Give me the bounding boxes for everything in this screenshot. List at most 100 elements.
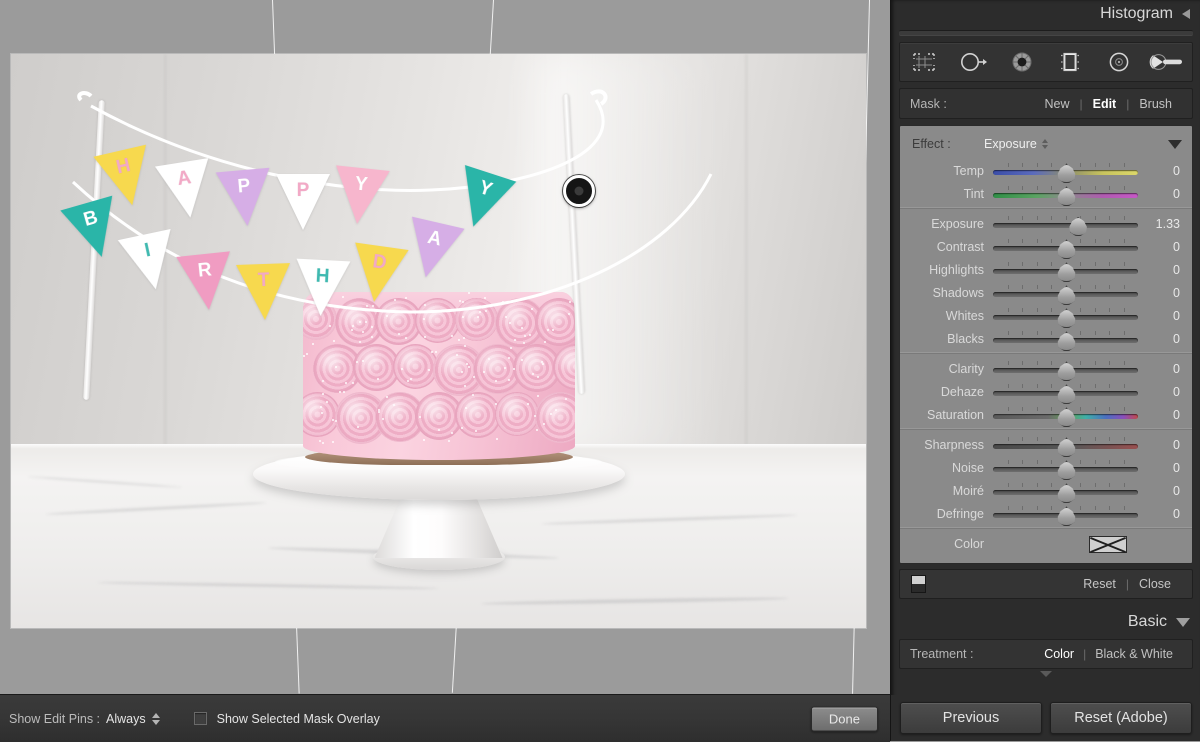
- photo-frame[interactable]: H A P P Y B I R T H D A Y: [11, 54, 866, 628]
- done-button[interactable]: Done: [810, 706, 878, 731]
- show-mask-overlay-label: Show Selected Mask Overlay: [216, 711, 380, 726]
- slider-value[interactable]: 0: [1138, 332, 1184, 346]
- slider-value[interactable]: 0: [1138, 385, 1184, 399]
- edit-pin[interactable]: [563, 175, 595, 207]
- spot-removal-tool[interactable]: [953, 47, 993, 77]
- basic-panel-header[interactable]: Basic: [891, 605, 1200, 639]
- slider-value[interactable]: 0: [1138, 164, 1184, 178]
- slider-track-moiré[interactable]: [993, 479, 1138, 503]
- slider-value[interactable]: 1.33: [1138, 217, 1184, 231]
- tool-strip: [899, 42, 1193, 82]
- bunting-letter: D: [371, 251, 388, 274]
- bunting-letter: H: [114, 155, 133, 179]
- mask-new-button[interactable]: New: [1034, 97, 1079, 111]
- bunting-letter: A: [425, 227, 444, 251]
- mask-adjustment-panel: Effect : Exposure Temp 0 Tint 0 Exposure 1.33…: [899, 125, 1193, 564]
- mask-footer-row: Reset | Close: [899, 569, 1193, 599]
- bunting-letter: B: [81, 206, 101, 231]
- red-eye-tool[interactable]: [1002, 47, 1042, 77]
- mask-brush-button[interactable]: Brush: [1129, 97, 1182, 111]
- updown-stepper-icon[interactable]: [1041, 139, 1048, 149]
- reset-link[interactable]: Reset: [1073, 577, 1126, 591]
- scroll-caret-icon: [1040, 671, 1052, 677]
- panel-switch-icon[interactable]: [911, 575, 926, 593]
- bunting-letter: R: [196, 259, 213, 282]
- basic-title: Basic: [1127, 613, 1167, 630]
- treatment-bw-button[interactable]: Black & White: [1086, 647, 1182, 661]
- triangle-left-icon[interactable]: [1182, 9, 1190, 19]
- slider-value[interactable]: 0: [1138, 263, 1184, 277]
- slider-label: Blacks: [947, 331, 984, 346]
- slider-track-contrast[interactable]: [993, 235, 1138, 259]
- close-link[interactable]: Close: [1129, 577, 1181, 591]
- slider-track-exposure[interactable]: [993, 212, 1138, 236]
- color-row: Color: [900, 528, 1192, 559]
- slider-row-shadows: Shadows 0: [900, 281, 1192, 305]
- bunting-letter: T: [257, 269, 270, 292]
- bunting-flag: P: [276, 174, 330, 230]
- slider-track-temp[interactable]: [993, 159, 1138, 183]
- slider-value[interactable]: 0: [1138, 309, 1184, 323]
- slider-fill: [993, 223, 1138, 228]
- slider-track-whites[interactable]: [993, 304, 1138, 328]
- slider-track-blacks[interactable]: [993, 327, 1138, 351]
- slider-track-noise[interactable]: [993, 456, 1138, 480]
- mask-edit-button[interactable]: Edit: [1083, 97, 1127, 111]
- treatment-color-button[interactable]: Color: [1035, 647, 1083, 661]
- slider-group: Temp 0 Tint 0: [900, 156, 1192, 208]
- effect-value[interactable]: Exposure: [984, 137, 1037, 151]
- slider-row-temp: Temp 0: [900, 159, 1192, 183]
- slider-track-dehaze[interactable]: [993, 380, 1138, 404]
- triangle-down-icon[interactable]: [1176, 617, 1190, 627]
- slider-value[interactable]: 0: [1138, 438, 1184, 452]
- slider-label: Exposure: [931, 216, 984, 231]
- graduated-filter-tool[interactable]: [1050, 47, 1090, 77]
- slider-track-defringe[interactable]: [993, 502, 1138, 526]
- slider-value[interactable]: 0: [1138, 461, 1184, 475]
- slider-group: Sharpness 0 Noise 0 Moiré 0 Defringe 0: [900, 429, 1192, 528]
- slider-value[interactable]: 0: [1138, 484, 1184, 498]
- slider-group: Clarity 0 Dehaze 0 Saturation 0: [900, 353, 1192, 429]
- slider-label: Shadows: [932, 285, 984, 300]
- reset-adobe-button[interactable]: Reset (Adobe): [1050, 702, 1192, 734]
- show-edit-pins-value[interactable]: Always: [106, 712, 146, 726]
- histogram-header[interactable]: Histogram: [891, 0, 1200, 28]
- slider-value[interactable]: 0: [1138, 240, 1184, 254]
- bunting-letter: P: [296, 180, 310, 201]
- slider-row-sharpness: Sharpness 0: [900, 433, 1192, 457]
- adjustment-brush-tool[interactable]: [1148, 47, 1188, 77]
- slider-label: Highlights: [929, 262, 984, 277]
- image-canvas[interactable]: H A P P Y B I R T H D A Y: [0, 0, 890, 694]
- panel-button-row: Previous Reset (Adobe): [891, 695, 1200, 741]
- radial-filter-tool[interactable]: [1099, 47, 1139, 77]
- triangle-down-icon[interactable]: [1168, 139, 1182, 149]
- slider-track-tint[interactable]: [993, 182, 1138, 206]
- slider-track-clarity[interactable]: [993, 357, 1138, 381]
- bunting-flag: D: [347, 242, 409, 306]
- slider-track-highlights[interactable]: [993, 258, 1138, 282]
- slider-track-sharpness[interactable]: [993, 433, 1138, 457]
- previous-button[interactable]: Previous: [900, 702, 1042, 734]
- slider-track-saturation[interactable]: [993, 403, 1138, 427]
- slider-track-shadows[interactable]: [993, 281, 1138, 305]
- mask-row: Mask : New | Edit | Brush: [899, 88, 1193, 119]
- slider-value[interactable]: 0: [1138, 362, 1184, 376]
- slider-label: Contrast: [936, 239, 984, 254]
- slider-value[interactable]: 0: [1138, 187, 1184, 201]
- show-mask-overlay-checkbox[interactable]: [193, 712, 207, 725]
- updown-stepper-icon[interactable]: [151, 712, 160, 725]
- slider-value[interactable]: 0: [1138, 408, 1184, 422]
- bunting-letter: I: [142, 239, 153, 262]
- slider-value[interactable]: 0: [1138, 286, 1184, 300]
- bunting-flag: P: [215, 167, 275, 229]
- bunting-flag: R: [176, 251, 236, 313]
- bunting-string: [71, 89, 713, 314]
- slider-row-exposure: Exposure 1.33: [900, 212, 1192, 236]
- slider-value[interactable]: 0: [1138, 507, 1184, 521]
- crop-overlay-tool[interactable]: [904, 47, 944, 77]
- no-color-swatch-icon[interactable]: [1089, 535, 1127, 553]
- histogram-collapsed-bar: [899, 30, 1193, 36]
- bunting-flag: Y: [330, 165, 390, 227]
- slider-row-contrast: Contrast 0: [900, 235, 1192, 259]
- slider-row-clarity: Clarity 0: [900, 357, 1192, 381]
